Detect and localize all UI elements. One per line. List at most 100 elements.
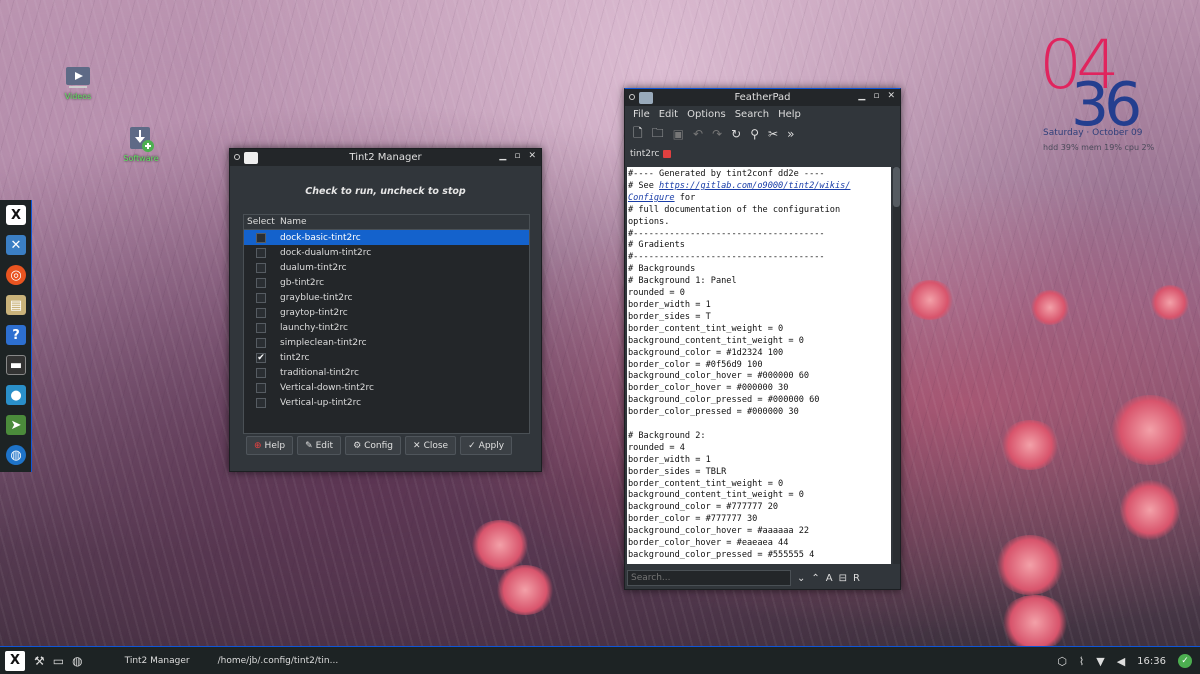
close-icon[interactable]: ✕	[887, 91, 895, 101]
wifi-icon[interactable]: ▼	[1096, 655, 1104, 668]
window-title: Tint2 Manager	[349, 152, 422, 163]
list-item[interactable]: gb-tint2rc	[244, 275, 529, 290]
minimize-icon[interactable]: ▁	[858, 91, 865, 101]
checkbox[interactable]	[256, 292, 266, 303]
clock-widget: 04 36 Saturday · October 09 hdd 39% mem …	[1035, 26, 1185, 158]
editor-line-1: #---- Generated by tint2conf dd2e ----	[628, 169, 825, 179]
video-folder-icon	[65, 64, 91, 90]
tint2-titlebar[interactable]: Tint2 Manager ▁ ▫ ✕	[230, 149, 541, 166]
match-case-icon[interactable]: A	[826, 573, 833, 584]
paperclip-icon[interactable]: ⌇	[1079, 655, 1084, 668]
dock-help[interactable]: ?	[0, 320, 32, 350]
dock-camera[interactable]: ●	[0, 380, 32, 410]
wrench-icon[interactable]: ⚒	[30, 654, 49, 668]
tab-tint2rc[interactable]: tint2rc	[630, 149, 659, 159]
list-item[interactable]: dock-basic-tint2rc	[244, 230, 529, 245]
checkbox[interactable]	[256, 397, 266, 408]
featherpad-titlebar[interactable]: FeatherPad ▁ ▫ ✕	[625, 89, 900, 106]
menu-options[interactable]: Options	[687, 109, 726, 120]
volume-icon[interactable]: ◀	[1117, 655, 1125, 668]
dock-x-logo[interactable]: X	[0, 200, 32, 230]
checkbox[interactable]	[256, 382, 266, 393]
globe-icon[interactable]: ◍	[68, 654, 86, 668]
new-file-icon[interactable]: 🗋	[633, 124, 643, 145]
checkbox[interactable]	[256, 307, 266, 318]
menu-search[interactable]: Search	[735, 109, 769, 120]
save-icon[interactable]: ▣	[673, 127, 684, 141]
software-install-icon	[128, 126, 154, 152]
list-item[interactable]: Vertical-up-tint2rc	[244, 395, 529, 410]
docs-link[interactable]: https://gitlab.com/o9000/tint2/wikis/	[659, 181, 850, 191]
docs-link-continued[interactable]: Configure	[628, 193, 675, 203]
update-icon[interactable]: ✓	[1178, 654, 1192, 668]
list-item[interactable]: dualum-tint2rc	[244, 260, 529, 275]
clock-time[interactable]: 16:36	[1137, 656, 1166, 667]
task-featherpad[interactable]: /home/jb/.config/tint2/tin...	[204, 656, 353, 666]
column-name[interactable]: Name	[280, 217, 307, 227]
maximize-icon[interactable]: ▫	[514, 151, 520, 161]
help-button[interactable]: ⊕ Help	[246, 436, 294, 455]
checkbox[interactable]	[256, 247, 266, 258]
config-button[interactable]: ⚙ Config	[345, 436, 402, 455]
chevron-up-icon[interactable]: ⌃	[811, 573, 819, 584]
text-editor[interactable]: #---- Generated by tint2conf dd2e ---- #…	[627, 167, 891, 564]
maximize-icon[interactable]: ▫	[873, 91, 879, 101]
undo-icon[interactable]: ↶	[693, 127, 703, 141]
dock-terminal[interactable]: ▬	[0, 350, 32, 380]
checkbox[interactable]	[256, 367, 266, 378]
desktop-icon-software[interactable]: Software	[111, 126, 171, 163]
list-item[interactable]: traditional-tint2rc	[244, 365, 529, 380]
checkbox[interactable]	[256, 262, 266, 273]
package-icon[interactable]: ⬡	[1057, 655, 1067, 668]
item-name: launchy-tint2rc	[280, 322, 348, 333]
featherpad-window: FeatherPad ▁ ▫ ✕ File Edit Options Searc…	[624, 88, 901, 590]
search-input[interactable]	[627, 570, 791, 586]
vertical-scrollbar[interactable]	[893, 167, 900, 564]
close-button[interactable]: ✕ Close	[405, 436, 457, 455]
list-item[interactable]: launchy-tint2rc	[244, 320, 529, 335]
tab-close-icon[interactable]	[663, 149, 672, 158]
chevron-down-icon[interactable]: ⌄	[797, 573, 805, 584]
editor-content: # full documentation of the configuratio…	[628, 204, 841, 560]
replace-icon[interactable]: ✂	[768, 127, 778, 141]
checkbox[interactable]	[256, 232, 266, 243]
checkbox[interactable]	[256, 337, 266, 348]
dock-globe[interactable]: ◍	[0, 440, 32, 470]
open-folder-icon[interactable]: 🗀	[652, 124, 664, 145]
dock-ubuntu[interactable]: ◎	[0, 260, 32, 290]
menu-edit[interactable]: Edit	[659, 109, 678, 120]
column-select[interactable]: Select	[244, 217, 280, 227]
dock-arrow[interactable]: ➤	[0, 410, 32, 440]
desktop-icon-videos[interactable]: Videos	[48, 64, 108, 101]
taskbar-menu-button[interactable]: X	[0, 650, 30, 671]
menu-file[interactable]: File	[633, 109, 650, 120]
go-to-icon[interactable]: »	[787, 127, 794, 141]
list-item[interactable]: simpleclean-tint2rc	[244, 335, 529, 350]
whole-word-icon[interactable]: ⊟	[839, 573, 847, 584]
checkbox[interactable]	[256, 277, 266, 288]
redo-icon[interactable]: ↷	[712, 127, 722, 141]
checkbox[interactable]: ✔	[256, 352, 266, 363]
edit-button[interactable]: ✎ Edit	[297, 436, 342, 455]
list-item[interactable]: ✔ tint2rc	[244, 350, 529, 365]
list-item[interactable]: dock-dualum-tint2rc	[244, 245, 529, 260]
list-item[interactable]: grayblue-tint2rc	[244, 290, 529, 305]
reload-icon[interactable]: ↻	[731, 127, 741, 141]
regex-icon[interactable]: R	[853, 573, 860, 584]
scroll-thumb[interactable]	[893, 167, 900, 207]
checkbox[interactable]	[256, 322, 266, 333]
close-icon[interactable]: ✕	[528, 151, 536, 161]
dock-tools[interactable]: ✕	[0, 230, 32, 260]
pencil-icon: ✎	[305, 440, 313, 451]
menu-help[interactable]: Help	[778, 109, 801, 120]
list-item[interactable]: Vertical-down-tint2rc	[244, 380, 529, 395]
window-icon[interactable]: ▭	[49, 654, 68, 668]
find-icon[interactable]: ⚲	[750, 127, 759, 141]
dock-files[interactable]: ▤	[0, 290, 32, 320]
help-label: Help	[264, 440, 286, 451]
task-tint2-manager[interactable]: Tint2 Manager	[111, 656, 204, 666]
list-item[interactable]: graytop-tint2rc	[244, 305, 529, 320]
minimize-icon[interactable]: ▁	[499, 151, 506, 161]
list-header: Select Name	[244, 215, 529, 230]
apply-button[interactable]: ✓ Apply	[460, 436, 513, 455]
